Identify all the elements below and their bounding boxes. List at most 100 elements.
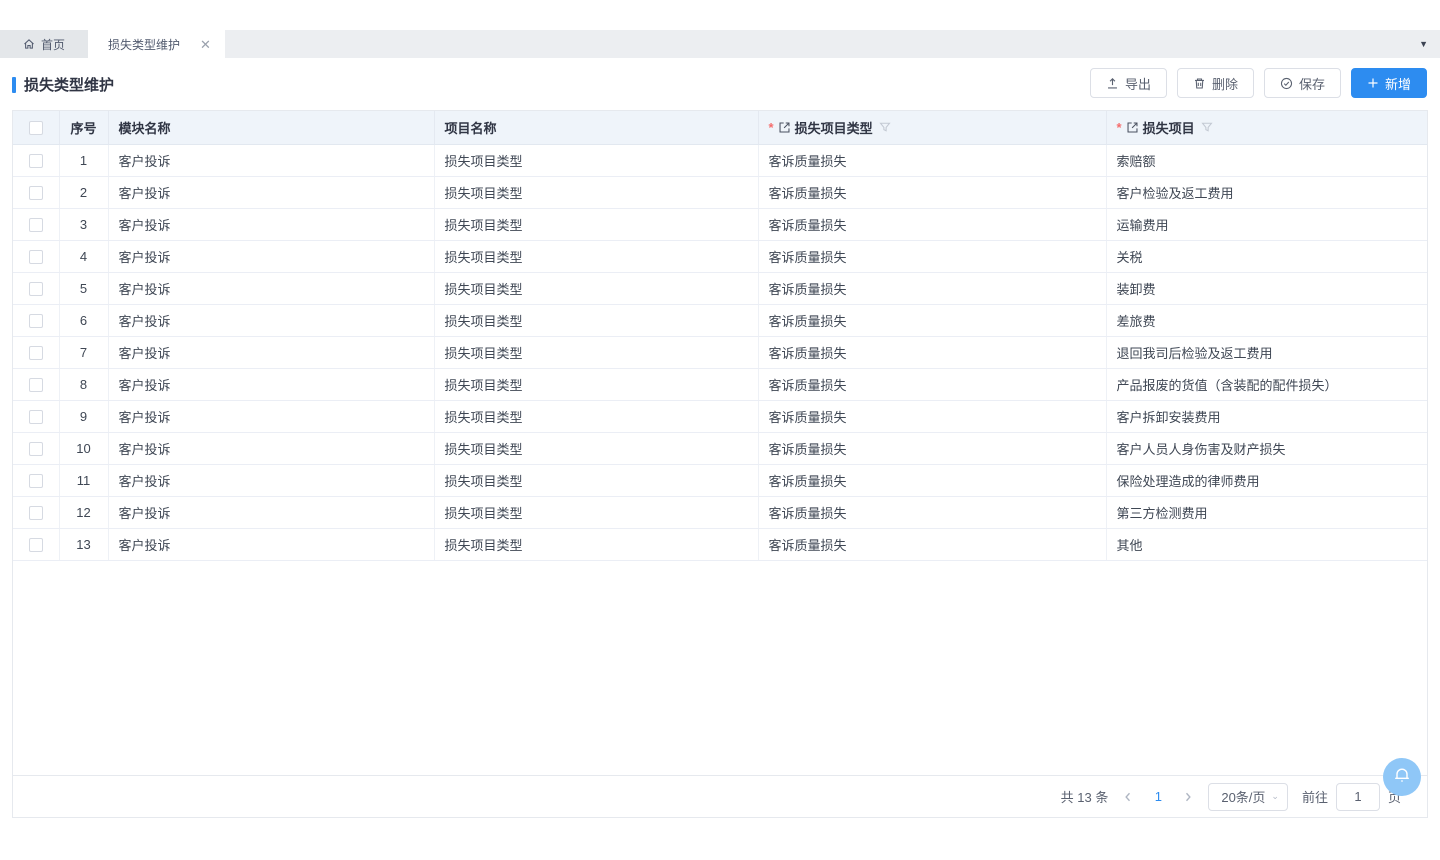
check-circle-icon [1280,77,1293,90]
cell-loss-item: 保险处理造成的律师费用 [1106,464,1427,496]
delete-button[interactable]: 删除 [1177,68,1254,98]
row-index: 3 [59,208,108,240]
goto-label: 前往 [1302,787,1328,806]
tab-active-label: 损失类型维护 [108,36,180,53]
delete-button-label: 删除 [1212,74,1238,93]
cell-loss-type: 客诉质量损失 [758,176,1106,208]
cell-project: 损失项目类型 [434,272,758,304]
filter-funnel-icon[interactable] [879,121,891,133]
cell-loss-item: 运输费用 [1106,208,1427,240]
cell-loss-item: 客户拆卸安装费用 [1106,400,1427,432]
row-checkbox[interactable] [29,186,43,200]
home-icon [23,38,35,50]
trash-icon [1193,77,1206,90]
cell-module: 客户投诉 [108,304,434,336]
loss-type-table: 序号 模块名称 项目名称 * 损失项目类型 [12,110,1428,818]
cell-project: 损失项目类型 [434,208,758,240]
tab-home[interactable]: 首页 [0,30,88,58]
table-row: 9客户投诉损失项目类型客诉质量损失客户拆卸安装费用 [13,400,1427,432]
cell-loss-item: 关税 [1106,240,1427,272]
cell-loss-type: 客诉质量损失 [758,464,1106,496]
page-number-1[interactable]: 1 [1148,789,1168,804]
prev-page-button[interactable] [1122,791,1134,803]
tab-bar: 首页 损失类型维护 ✕ ▼ [0,30,1440,58]
row-checkbox[interactable] [29,506,43,520]
cell-module: 客户投诉 [108,528,434,560]
cell-loss-item: 客户人员人身伤害及财产损失 [1106,432,1427,464]
cell-project: 损失项目类型 [434,336,758,368]
cell-module: 客户投诉 [108,400,434,432]
select-all-checkbox[interactable] [29,121,43,135]
save-button[interactable]: 保存 [1264,68,1341,98]
cell-loss-type: 客诉质量损失 [758,272,1106,304]
header-module: 模块名称 [108,111,434,144]
row-checkbox[interactable] [29,538,43,552]
row-index: 11 [59,464,108,496]
goto-page-input[interactable] [1336,783,1380,811]
cell-module: 客户投诉 [108,240,434,272]
table-row: 7客户投诉损失项目类型客诉质量损失退回我司后检验及返工费用 [13,336,1427,368]
row-checkbox[interactable] [29,154,43,168]
pagination-bar: 共 13 条 1 20条/页 ⌄ 前往 页 [13,775,1427,817]
next-page-button[interactable] [1182,791,1194,803]
cell-module: 客户投诉 [108,464,434,496]
row-checkbox[interactable] [29,474,43,488]
cell-loss-type: 客诉质量损失 [758,400,1106,432]
save-button-label: 保存 [1299,74,1325,93]
row-index: 9 [59,400,108,432]
row-index: 13 [59,528,108,560]
add-button[interactable]: 新增 [1351,68,1427,98]
row-checkbox[interactable] [29,314,43,328]
row-checkbox[interactable] [29,250,43,264]
pagination-total: 共 13 条 [1061,787,1109,806]
cell-loss-type: 客诉质量损失 [758,432,1106,464]
header-loss-type-label: 损失项目类型 [795,118,873,137]
toolbar: 导出 删除 保存 新增 [1090,68,1427,98]
notification-fab[interactable] [1383,758,1421,796]
cell-loss-type: 客诉质量损失 [758,304,1106,336]
tab-home-label: 首页 [41,36,65,53]
page-size-value: 20条/页 [1221,787,1265,806]
cell-loss-item: 客户检验及返工费用 [1106,176,1427,208]
table-header-row: 序号 模块名称 项目名称 * 损失项目类型 [13,111,1427,144]
table-row: 6客户投诉损失项目类型客诉质量损失差旅费 [13,304,1427,336]
cell-loss-item: 索赔额 [1106,144,1427,176]
header-loss-item-label: 损失项目 [1143,118,1195,137]
page-size-select[interactable]: 20条/页 ⌄ [1208,783,1288,811]
cell-module: 客户投诉 [108,208,434,240]
filter-funnel-icon[interactable] [1201,121,1213,133]
row-index: 10 [59,432,108,464]
edit-square-icon [1126,121,1139,134]
row-index: 7 [59,336,108,368]
tab-loss-type-maintenance[interactable]: 损失类型维护 ✕ [88,30,225,58]
export-button[interactable]: 导出 [1090,68,1167,98]
cell-module: 客户投诉 [108,144,434,176]
cell-project: 损失项目类型 [434,528,758,560]
close-icon[interactable]: ✕ [200,38,211,51]
header-loss-type: * 损失项目类型 [758,111,1106,144]
row-checkbox[interactable] [29,218,43,232]
row-index: 1 [59,144,108,176]
row-checkbox[interactable] [29,282,43,296]
cell-loss-item: 装卸费 [1106,272,1427,304]
cell-project: 损失项目类型 [434,464,758,496]
row-checkbox[interactable] [29,346,43,360]
required-marker: * [1117,120,1122,135]
row-checkbox[interactable] [29,442,43,456]
row-checkbox[interactable] [29,410,43,424]
tab-list-dropdown-icon[interactable]: ▼ [1419,30,1428,58]
row-checkbox[interactable] [29,378,43,392]
cell-module: 客户投诉 [108,368,434,400]
cell-loss-type: 客诉质量损失 [758,528,1106,560]
cell-project: 损失项目类型 [434,496,758,528]
cell-loss-item: 第三方检测费用 [1106,496,1427,528]
required-marker: * [769,120,774,135]
cell-project: 损失项目类型 [434,400,758,432]
export-button-label: 导出 [1125,74,1151,93]
plus-icon [1367,77,1379,89]
cell-project: 损失项目类型 [434,368,758,400]
cell-loss-item: 产品报废的货值（含装配的配件损失） [1106,368,1427,400]
table-row: 12客户投诉损失项目类型客诉质量损失第三方检测费用 [13,496,1427,528]
cell-loss-item: 其他 [1106,528,1427,560]
table-row: 8客户投诉损失项目类型客诉质量损失产品报废的货值（含装配的配件损失） [13,368,1427,400]
